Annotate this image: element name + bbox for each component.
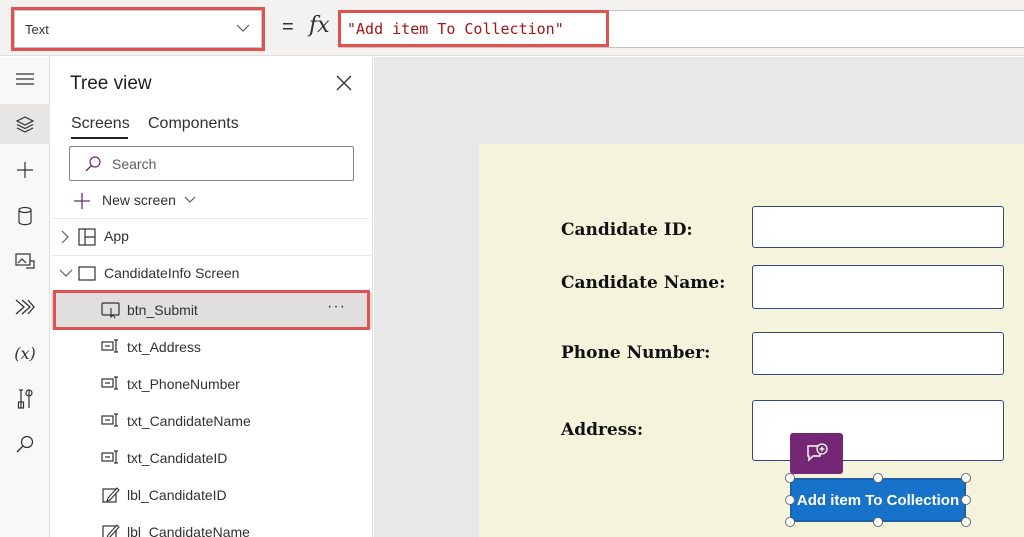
resize-handle[interactable] [961,517,971,527]
plus-icon [74,193,90,209]
candidate-id-label: Candidate ID: [561,220,693,240]
candidate-name-input[interactable] [752,265,1004,309]
resize-handle[interactable] [785,517,795,527]
fx-icon: fx [309,13,330,38]
power-automate-icon[interactable] [0,287,50,327]
button-icon [101,302,120,319]
tree-node-txt-candidateid[interactable]: txt_CandidateID [51,440,373,477]
tree-node-label: txt_CandidateID [127,450,228,466]
text-input-icon [101,450,118,464]
tab-components[interactable]: Components [148,115,239,133]
app-icon [78,228,96,246]
more-options-button[interactable]: ··· [327,298,346,316]
search-icon [85,156,101,172]
text-input-icon [101,376,118,390]
left-rail: (x) [0,57,50,537]
tree-node-txt-address[interactable]: txt_Address [51,329,373,366]
chevron-down-icon [184,196,196,203]
tree-view-panel: Tree view Screens Components Search New … [51,57,373,537]
label-icon [102,524,120,537]
label-icon [102,487,120,503]
text-input-icon [101,339,118,353]
app-screen[interactable]: Candidate ID: Candidate Name: Phone Numb… [479,144,1024,537]
tree-node-label: lbl_CandidateID [127,487,227,503]
tree-node-btn-submit[interactable]: btn_Submit ··· [51,292,373,329]
tree-node-label: CandidateInfo Screen [104,265,240,281]
close-icon[interactable] [335,74,353,92]
text-input-icon [101,413,118,427]
resize-handle[interactable] [785,473,795,483]
resize-handle[interactable] [785,495,795,505]
search-input[interactable]: Search [69,146,354,181]
screen-icon [78,266,96,281]
tab-screens[interactable]: Screens [71,115,130,133]
tree-node-label: txt_PhoneNumber [127,376,240,392]
active-tab-indicator [71,137,128,139]
resize-handle[interactable] [961,473,971,483]
chevron-down-icon[interactable] [59,268,73,278]
phone-number-input[interactable] [752,332,1004,375]
tree-node-lbl-candidatename[interactable]: lbl_CandidateName [51,514,373,537]
formula-text: "Add item To Collection" [347,20,564,38]
plus-icon[interactable] [0,150,50,190]
tree-node-label: txt_CandidateName [127,413,251,429]
tree-node-label: App [104,228,129,244]
database-icon[interactable] [0,196,50,236]
tree-node-txt-candidatename[interactable]: txt_CandidateName [51,403,373,440]
new-screen-label: New screen [102,192,176,208]
equals-sign: = [282,16,294,38]
candidate-name-label: Candidate Name: [561,273,726,293]
tree-node-lbl-candidateid[interactable]: lbl_CandidateID [51,477,373,514]
resize-handle[interactable] [873,517,883,527]
address-label: Address: [561,420,644,440]
resize-handle[interactable] [961,495,971,505]
candidate-id-input[interactable] [752,206,1004,248]
hamburger-icon[interactable] [0,59,50,99]
variables-icon[interactable]: (x) [0,333,50,373]
search-placeholder: Search [112,156,157,172]
search-icon[interactable] [0,424,50,464]
tree-node-screen[interactable]: CandidateInfo Screen [51,255,373,292]
layers-icon[interactable] [0,104,50,144]
comment-button[interactable] [790,433,843,474]
tree-node-label: lbl_CandidateName [127,524,250,537]
tools-icon[interactable] [0,379,50,419]
chevron-right-icon[interactable] [60,230,70,244]
phone-number-label: Phone Number: [561,343,711,363]
tree-node-app[interactable]: App [51,218,373,255]
add-item-button[interactable]: Add item To Collection [790,478,966,522]
chevron-down-icon [236,24,250,32]
comment-add-icon [806,442,828,462]
formula-input[interactable]: "Add item To Collection" [338,10,1024,48]
property-value: Text [25,22,49,37]
tree-node-label: btn_Submit [127,302,198,318]
tree-view-title: Tree view [70,73,152,94]
resize-handle[interactable] [873,473,883,483]
power-apps-studio: Text = fx "Add item To Collection" (x) T… [0,0,1024,537]
tree-node-txt-phonenumber[interactable]: txt_PhoneNumber [51,366,373,403]
formula-bar: Text = fx "Add item To Collection" [0,0,1024,56]
property-dropdown[interactable]: Text [14,10,262,48]
tree-node-label: txt_Address [127,339,201,355]
media-icon[interactable] [0,241,50,281]
design-canvas: Candidate ID: Candidate Name: Phone Numb… [374,57,1024,537]
